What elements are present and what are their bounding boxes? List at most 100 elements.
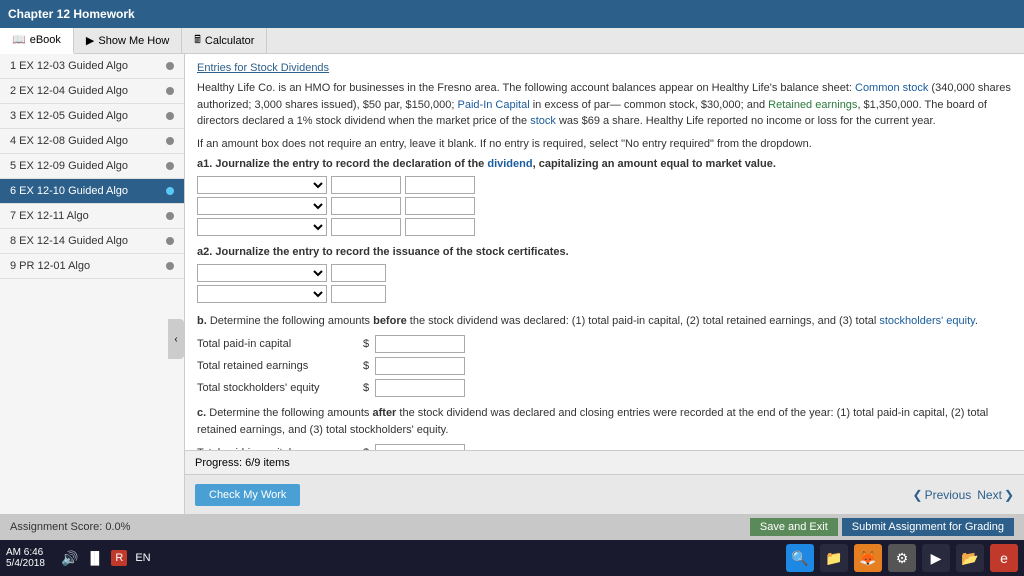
b-field-label-3: Total stockholders' equity [197, 382, 357, 394]
c-instruction: c. Determine the following amounts after… [197, 405, 1012, 438]
next-button[interactable]: Next ❯ [977, 488, 1014, 502]
collapse-arrow-icon: ‹ [174, 334, 177, 345]
sidebar-dot-1 [166, 62, 174, 70]
previous-button[interactable]: ❮ Previous [913, 488, 972, 502]
b-dollar-2: $ [363, 360, 369, 372]
action-buttons: Save and Exit Submit Assignment for Grad… [750, 518, 1014, 536]
a1-credit-2[interactable] [405, 197, 475, 215]
tab-calculator[interactable]: 🖩 Calculator [182, 28, 267, 54]
sidebar-dot-8 [166, 237, 174, 245]
nav-area: ❮ Previous Next ❯ [913, 488, 1015, 502]
b-dollar-1: $ [363, 338, 369, 350]
taskbar-icon-files[interactable]: 📁 [820, 544, 848, 572]
submit-assignment-button[interactable]: Submit Assignment for Grading [842, 518, 1014, 536]
chapter-title: Chapter 12 Homework [8, 7, 135, 21]
a1-debit-2[interactable] [331, 197, 401, 215]
check-my-work-button[interactable]: Check My Work [195, 484, 300, 506]
a1-credit-3[interactable] [405, 218, 475, 236]
sidebar-dot-3 [166, 112, 174, 120]
antivirus-icon: R [111, 550, 127, 566]
taskbar-icon-folder[interactable]: 📂 [956, 544, 984, 572]
a2-credit-1[interactable] [331, 285, 386, 303]
a1-dropdown-1[interactable]: No entry required [197, 176, 327, 194]
sidebar-dot-5 [166, 162, 174, 170]
a2-journal-row-1: No entry required [197, 264, 1012, 282]
taskbar-date: 5/4/2018 [6, 558, 45, 569]
taskbar-icon-search[interactable]: 🔍 [786, 544, 814, 572]
b-input-retained-earnings[interactable] [375, 357, 465, 375]
stockholders-equity-highlight-b: stockholders' equity [879, 315, 974, 327]
sidebar: 1 EX 12-03 Guided Algo 2 EX 12-04 Guided… [0, 54, 185, 514]
ie-icon: e [1000, 550, 1008, 566]
a2-dropdown-1[interactable]: No entry required [197, 264, 327, 282]
a2-debit-1[interactable] [331, 264, 386, 282]
taskbar: AM 6:46 5/4/2018 🔊 ▐▌ R EN 🔍 📁 🦊 ⚙ ▶ [0, 540, 1024, 576]
tab-bar: 📖 eBook ▶ Show Me How 🖩 Calculator [0, 28, 1024, 54]
sidebar-item-ex-12-14[interactable]: 8 EX 12-14 Guided Algo [0, 229, 184, 254]
a1-label: a1. Journalize the entry to record the d… [197, 158, 1012, 170]
search-icon: 🔍 [791, 550, 808, 567]
b-instruction: b. Determine the following amounts befor… [197, 313, 1012, 330]
tab-ebook[interactable]: 📖 eBook [0, 28, 74, 54]
taskbar-icon-chrome[interactable]: ⚙ [888, 544, 916, 572]
a1-dropdown-2[interactable]: No entry required [197, 197, 327, 215]
signal-icon: ▐▌ [86, 551, 103, 565]
a1-journal-entry: No entry required No entry required [197, 176, 1012, 236]
progress-bar-area: Progress: 6/9 items [185, 450, 1024, 474]
sidebar-collapse-btn[interactable]: ‹ [168, 319, 184, 359]
progress-label: Progress: 6/9 items [195, 457, 290, 469]
files-icon: 📂 [961, 550, 978, 567]
firefox-icon: 🦊 [859, 550, 876, 567]
a1-credit-1[interactable] [405, 176, 475, 194]
media-icon: ▶ [931, 550, 942, 567]
save-and-exit-button[interactable]: Save and Exit [750, 518, 838, 536]
sidebar-dot-2 [166, 87, 174, 95]
chevron-right-icon: ❯ [1004, 488, 1014, 502]
chevron-left-icon: ❮ [913, 488, 923, 502]
sidebar-dot-7 [166, 212, 174, 220]
sidebar-item-ex-12-10[interactable]: 6 EX 12-10 Guided Algo [0, 179, 184, 204]
taskbar-icon-media[interactable]: ▶ [922, 544, 950, 572]
stock-highlight-1: stock [530, 115, 556, 127]
main-area: 1 EX 12-03 Guided Algo 2 EX 12-04 Guided… [0, 54, 1024, 514]
b-input-paid-in-capital[interactable] [375, 335, 465, 353]
sidebar-item-ex-12-08[interactable]: 4 EX 12-08 Guided Algo [0, 129, 184, 154]
section-title: Entries for Stock Dividends [197, 62, 1012, 74]
content-scroll: Entries for Stock Dividends Healthy Life… [185, 54, 1024, 450]
a1-journal-row-2: No entry required [197, 197, 1012, 215]
b-dollar-3: $ [363, 382, 369, 394]
a2-label: a2. Journalize the entry to record the i… [197, 246, 1012, 258]
speaker-icon[interactable]: 🔊 [61, 550, 78, 567]
sidebar-item-ex-12-04[interactable]: 2 EX 12-04 Guided Algo [0, 79, 184, 104]
taskbar-icon-ie[interactable]: e [990, 544, 1018, 572]
sidebar-item-ex-12-03[interactable]: 1 EX 12-03 Guided Algo [0, 54, 184, 79]
sidebar-item-ex-12-05[interactable]: 3 EX 12-05 Guided Algo [0, 104, 184, 129]
sidebar-item-pr-12-01[interactable]: 9 PR 12-01 Algo [0, 254, 184, 279]
sidebar-item-ex-12-09[interactable]: 5 EX 12-09 Guided Algo [0, 154, 184, 179]
b-field-row-2: Total retained earnings $ [197, 357, 1012, 375]
a2-journal-entry: No entry required No entry required [197, 264, 1012, 303]
taskbar-locale: EN [135, 552, 150, 564]
score-bar: Assignment Score: 0.0% Save and Exit Sub… [0, 514, 1024, 540]
a1-debit-3[interactable] [331, 218, 401, 236]
dividend-highlight: dividend [487, 158, 532, 170]
sidebar-dot-4 [166, 137, 174, 145]
b-field-row-1: Total paid-in capital $ [197, 335, 1012, 353]
tab-ebook-label: eBook [30, 34, 61, 46]
a2-journal-row-2: No entry required [197, 285, 1012, 303]
sidebar-item-ex-12-11[interactable]: 7 EX 12-11 Algo [0, 204, 184, 229]
problem-paragraph-1: Healthy Life Co. is an HMO for businesse… [197, 80, 1012, 130]
taskbar-icon-firefox[interactable]: 🦊 [854, 544, 882, 572]
retained-earnings-highlight: Retained earnings [768, 99, 857, 111]
a1-journal-row-3: No entry required [197, 218, 1012, 236]
b-field-label-2: Total retained earnings [197, 360, 357, 372]
chrome-icon: ⚙ [896, 550, 909, 567]
a1-debit-1[interactable] [331, 176, 401, 194]
taskbar-time: AM 6:46 [6, 547, 45, 558]
tab-show-me-how[interactable]: ▶ Show Me How [74, 28, 182, 54]
tab-calculator-label: Calculator [205, 35, 255, 47]
a1-dropdown-3[interactable]: No entry required [197, 218, 327, 236]
a2-dropdown-2[interactable]: No entry required [197, 285, 327, 303]
b-input-stockholders-equity[interactable] [375, 379, 465, 397]
assignment-score: Assignment Score: 0.0% [10, 521, 130, 533]
